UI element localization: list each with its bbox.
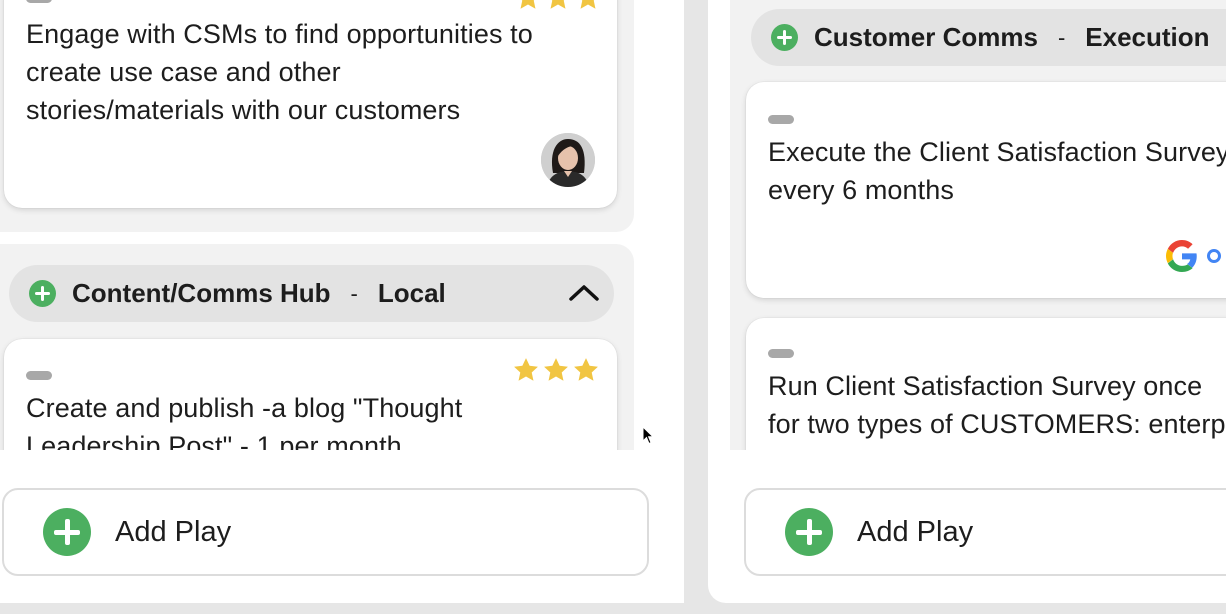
- drag-handle-icon[interactable]: [768, 115, 794, 124]
- play-title-line: Leadership Post" - 1 per month: [26, 431, 402, 450]
- group-header-content-comms-hub[interactable]: Content/Comms Hub - Local: [9, 265, 614, 322]
- play-card[interactable]: Engage with CSMs to find opportunities t…: [4, 0, 617, 208]
- assignee-avatar[interactable]: [541, 133, 595, 187]
- play-title-line: every 6 months: [768, 175, 954, 205]
- drag-handle-icon[interactable]: [768, 349, 794, 358]
- play-title-line: Execute the Client Satisfaction Survey: [768, 137, 1226, 167]
- google-icon: [1166, 240, 1197, 272]
- play-title-line: Engage with CSMs to find opportunities t…: [26, 19, 533, 49]
- plus-circle-icon: [43, 508, 91, 556]
- plays-column-right: Customer Comms - Execution Execute the C…: [708, 0, 1226, 603]
- play-title: Create and publish -a blog "Thought Lead…: [26, 389, 462, 450]
- plays-column-left: Engage with CSMs to find opportunities t…: [0, 0, 684, 603]
- add-play-to-group-icon[interactable]: [771, 24, 798, 51]
- drag-handle-icon[interactable]: [26, 0, 52, 3]
- add-play-button[interactable]: Add Play: [2, 488, 649, 576]
- star-icon: [544, 358, 568, 381]
- add-play-label: Add Play: [857, 515, 974, 548]
- play-title-line: for two types of CUSTOMERS: enterprise: [768, 409, 1226, 439]
- group-header-customer-comms[interactable]: Customer Comms - Execution: [751, 9, 1226, 66]
- chevron-up-icon[interactable]: [568, 282, 600, 302]
- play-card[interactable]: Run Client Satisfaction Survey once for …: [746, 318, 1226, 450]
- star-icon: [574, 358, 598, 381]
- star-icon: [520, 0, 536, 9]
- group-name: Content/Comms Hub: [72, 278, 331, 308]
- group-scope: Execution: [1085, 22, 1210, 52]
- play-title: Engage with CSMs to find opportunities t…: [26, 15, 533, 129]
- play-title-line: Run Client Satisfaction Survey once: [768, 371, 1203, 401]
- play-title-line: stories/materials with our customers: [26, 95, 461, 125]
- plays-scroll-area[interactable]: Engage with CSMs to find opportunities t…: [0, 0, 684, 450]
- drag-handle-icon[interactable]: [26, 371, 52, 380]
- play-title-line: create use case and other: [26, 57, 341, 87]
- add-play-button[interactable]: Add Play: [744, 488, 1226, 576]
- add-play-to-group-icon[interactable]: [29, 280, 56, 307]
- star-rating[interactable]: [512, 356, 600, 384]
- mouse-cursor-icon: [642, 426, 654, 445]
- group-scope: Local: [377, 278, 446, 308]
- group-name: Customer Comms: [814, 22, 1038, 52]
- star-icon: [550, 0, 566, 9]
- play-title-line: Create and publish -a blog "Thought: [26, 393, 463, 423]
- star-rating[interactable]: [514, 0, 602, 12]
- play-title: Execute the Client Satisfaction Survey e…: [768, 133, 1226, 209]
- avatar-photo-icon: [541, 133, 595, 187]
- play-card[interactable]: Create and publish -a blog "Thought Lead…: [4, 339, 617, 450]
- integration-icon: [1207, 249, 1221, 263]
- plus-circle-icon: [785, 508, 833, 556]
- play-title: Run Client Satisfaction Survey once for …: [768, 367, 1226, 443]
- star-icon: [514, 358, 538, 381]
- add-play-label: Add Play: [115, 515, 232, 548]
- group-separator: -: [1057, 24, 1066, 50]
- play-card[interactable]: Execute the Client Satisfaction Survey e…: [746, 82, 1226, 298]
- plays-scroll-area[interactable]: Customer Comms - Execution Execute the C…: [708, 0, 1226, 450]
- group-separator: -: [350, 280, 358, 306]
- star-icon: [580, 0, 596, 9]
